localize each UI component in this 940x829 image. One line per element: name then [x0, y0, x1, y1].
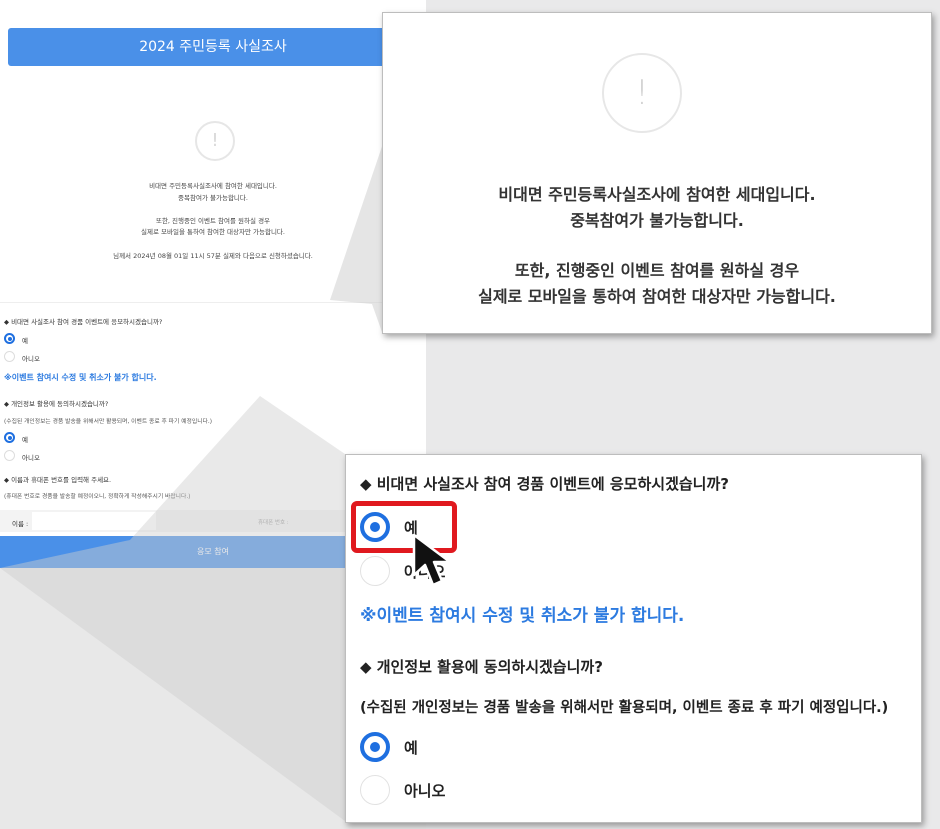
notice-text: ※이벤트 참여시 수정 및 취소가 불가 합니다. [360, 606, 685, 626]
message-line: 또한, 진행중인 이벤트 참여를 원하실 경우 [514, 261, 800, 280]
privacy-note: (수집된 개인정보는 경품 발송을 위해서만 활용되며, 이벤트 종료 후 파기… [360, 700, 889, 716]
radio-privacy-no[interactable] [360, 775, 390, 805]
zoom-panel-alert: ! 비대면 주민등록사실조사에 참여한 세대입니다. 중복참여가 불가능합니다.… [382, 12, 932, 334]
message-line: 비대면 주민등록사실조사에 참여한 세대입니다. [498, 185, 816, 204]
message-line: 중복참여가 불가능합니다. [570, 211, 744, 230]
radio-privacy-yes[interactable] [360, 732, 390, 762]
radio-event-no[interactable] [360, 556, 390, 586]
message-line: 실제로 모바일을 통하여 참여한 대상자만 가능합니다. [478, 287, 836, 306]
question-event: ◆ 비대면 사실조사 참여 경품 이벤트에 응모하시겠습니까? [360, 475, 729, 493]
cursor-icon [412, 533, 452, 587]
zoom-panel-form: ◆ 비대면 사실조사 참여 경품 이벤트에 응모하시겠습니까? 예 아니오 ※이… [345, 454, 922, 823]
alert-icon: ! [602, 53, 682, 133]
option-label: 예 [404, 739, 418, 757]
question-privacy: ◆ 개인정보 활용에 동의하시겠습니까? [360, 658, 603, 676]
option-label: 아니오 [404, 782, 446, 800]
zoom-connector-2 [0, 396, 345, 821]
